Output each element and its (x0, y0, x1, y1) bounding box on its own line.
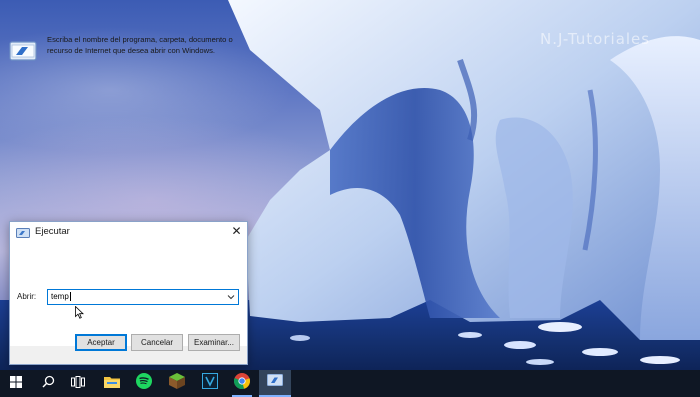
ok-button[interactable]: Aceptar (75, 334, 127, 351)
folder-icon (104, 375, 120, 393)
search-button[interactable] (32, 370, 64, 397)
run-app-button[interactable] (259, 370, 291, 397)
search-icon (41, 375, 55, 393)
open-label: Abrir: (17, 292, 37, 301)
close-button[interactable]: ✕ (228, 223, 245, 240)
task-view-icon (71, 375, 85, 393)
start-button[interactable] (0, 370, 32, 397)
vegas-button[interactable] (194, 370, 226, 397)
windows-icon (10, 375, 22, 393)
taskbar (0, 370, 700, 397)
v-app-icon (202, 373, 218, 394)
minecraft-icon (169, 373, 185, 394)
mouse-cursor-icon (75, 305, 84, 324)
dialog-description: Escriba el nombre del programa, carpeta,… (47, 35, 233, 55)
dialog-titlebar[interactable]: Ejecutar ✕ (10, 222, 247, 241)
file-explorer-button[interactable] (96, 370, 128, 397)
open-input[interactable]: temp (47, 289, 239, 305)
run-icon (16, 226, 30, 238)
chevron-down-icon[interactable] (227, 293, 235, 301)
run-icon (267, 373, 283, 392)
text-caret (69, 292, 71, 302)
chrome-button[interactable] (226, 370, 258, 397)
task-view-button[interactable] (62, 370, 94, 397)
spotify-button[interactable] (128, 370, 160, 397)
browse-button[interactable]: Examinar... (188, 334, 240, 351)
dialog-title: Ejecutar (35, 226, 70, 237)
watermark-text: N.J-Tutoriales (540, 30, 651, 48)
cancel-button[interactable]: Cancelar (131, 334, 183, 351)
run-program-icon (9, 39, 37, 68)
minecraft-button[interactable] (161, 370, 193, 397)
open-input-value: temp (51, 292, 69, 301)
spotify-icon (136, 373, 152, 394)
chrome-icon (233, 373, 251, 394)
